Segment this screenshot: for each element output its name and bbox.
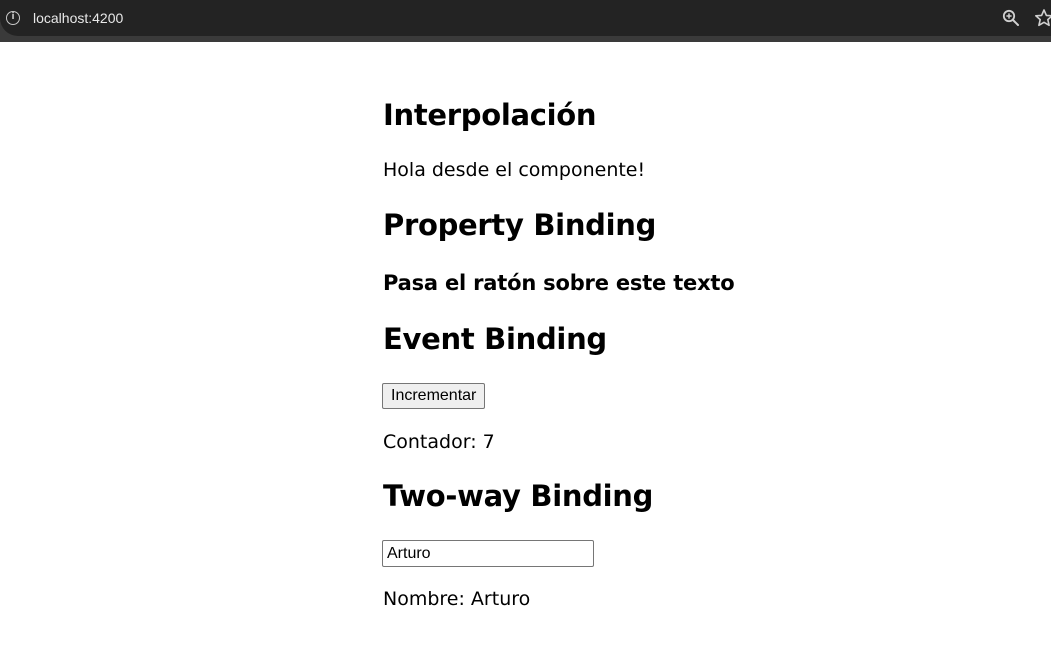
- interpolation-heading: Interpolación: [383, 98, 597, 132]
- name-input[interactable]: [382, 540, 594, 567]
- two-way-binding-heading: Two-way Binding: [383, 479, 654, 513]
- increment-button[interactable]: Incrementar: [382, 383, 486, 409]
- name-text: Nombre: Arturo: [383, 588, 531, 610]
- counter-text: Contador: 7: [383, 431, 495, 453]
- address-bar-url[interactable]: localhost:4200: [33, 10, 123, 26]
- zoom-in-icon[interactable]: [1002, 9, 1020, 27]
- star-icon[interactable]: [1034, 8, 1051, 28]
- property-binding-heading: Property Binding: [383, 208, 657, 242]
- address-bar[interactable]: i localhost:4200: [0, 0, 1051, 36]
- info-icon[interactable]: i: [6, 11, 20, 25]
- interpolation-message: Hola desde el componente!: [383, 159, 646, 181]
- event-binding-heading: Event Binding: [383, 322, 607, 356]
- browser-toolbar: i localhost:4200: [0, 0, 1051, 42]
- hover-text[interactable]: Pasa el ratón sobre este texto: [383, 270, 735, 296]
